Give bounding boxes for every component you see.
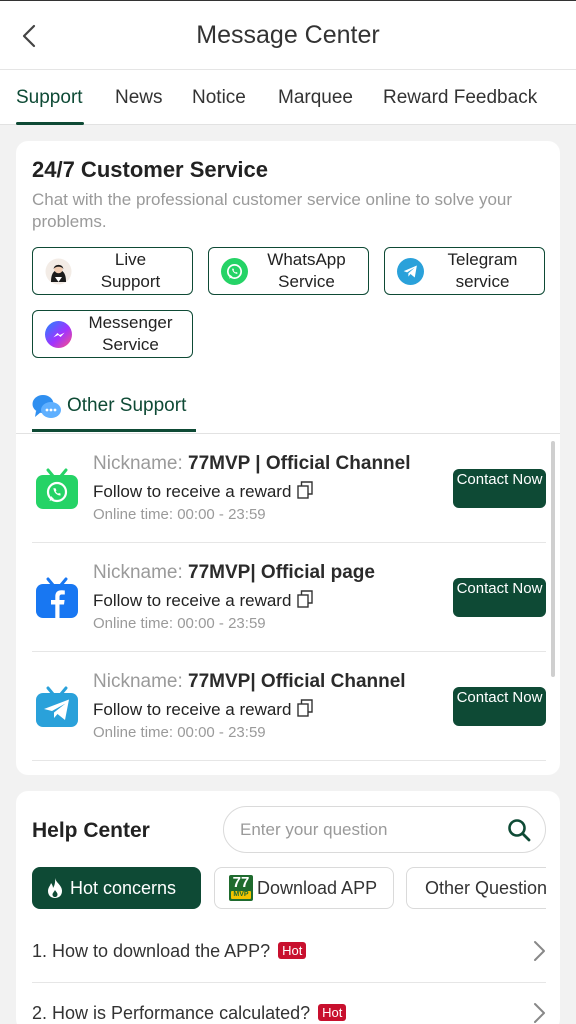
channel-follow-text: Follow to receive a reward <box>93 590 314 611</box>
whatsapp-service-label: WhatsApp Service <box>267 250 346 291</box>
copy-icon[interactable] <box>297 590 314 608</box>
77mvp-logo-icon: 77 MVP <box>229 875 253 901</box>
contact-now-button[interactable]: Contact Now <box>453 578 546 617</box>
live-support-button[interactable]: Live Support <box>32 247 193 295</box>
other-support-tab[interactable]: Other Support <box>32 391 196 433</box>
tab-bar: Support News Notice Marquee Reward Feedb… <box>0 70 576 125</box>
page-title: Message Center <box>196 21 380 49</box>
flame-icon <box>48 878 62 898</box>
tab-news[interactable]: News <box>115 87 163 109</box>
telegram-icon <box>397 258 424 285</box>
chip-row-edge <box>546 861 560 916</box>
tab-reward-feedback[interactable]: Reward Feedback <box>383 87 537 109</box>
channel-online-time: Online time: 00:00 - 23:59 <box>93 615 266 632</box>
channel-list: Nickname: 77MVP | Official Channel Follo… <box>16 434 560 775</box>
facebook-tv-icon <box>36 577 78 618</box>
hot-badge: Hot <box>278 942 307 959</box>
hot-badge: Hot <box>318 1004 347 1021</box>
chip-label: Hot concerns <box>70 877 177 898</box>
chevron-right-icon <box>534 941 545 961</box>
telegram-service-label: Telegram service <box>447 250 518 291</box>
messenger-service-button[interactable]: Messenger Service <box>32 310 193 358</box>
other-support-label: Other Support <box>67 395 187 416</box>
channel-nickname: Nickname: 77MVP| Official page <box>93 562 375 583</box>
faq-question: 1. How to download the APP? Hot <box>32 941 307 962</box>
channel-online-time: Online time: 00:00 - 23:59 <box>93 506 266 523</box>
channel-item-facebook: Nickname: 77MVP| Official page Follow to… <box>32 543 546 652</box>
channel-online-time: Online time: 00:00 - 23:59 <box>93 724 266 741</box>
customer-service-card: 24/7 Customer Service Chat with the prof… <box>16 141 560 775</box>
copy-icon[interactable] <box>297 699 314 717</box>
chip-label: Download APP <box>257 877 378 898</box>
chat-bubbles-icon <box>32 395 61 418</box>
telegram-tv-icon <box>36 686 78 727</box>
telegram-service-button[interactable]: Telegram service <box>384 247 545 295</box>
header-bar: Message Center <box>0 0 576 70</box>
whatsapp-tv-icon <box>36 468 78 509</box>
chip-label: Other Questions <box>425 877 556 898</box>
faq-item[interactable]: 1. How to download the APP? Hot <box>32 921 546 983</box>
service-subtitle: Chat with the professional customer serv… <box>32 190 513 231</box>
whatsapp-icon <box>221 258 248 285</box>
chevron-right-icon <box>534 1003 545 1023</box>
scrollbar[interactable] <box>551 441 555 677</box>
live-support-label: Live Support <box>100 250 161 291</box>
divider <box>32 760 546 761</box>
search-icon[interactable] <box>507 818 531 842</box>
messenger-icon <box>45 321 72 348</box>
chip-download-app[interactable]: 77 MVP Download APP <box>214 867 394 909</box>
chip-hot-concerns[interactable]: Hot concerns <box>32 867 201 909</box>
other-support-indicator <box>32 429 196 432</box>
tab-active-indicator <box>16 122 84 125</box>
channel-nickname: Nickname: 77MVP| Official Channel <box>93 671 406 692</box>
channel-follow-text: Follow to receive a reward <box>93 699 314 720</box>
contact-now-button[interactable]: Contact Now <box>453 469 546 508</box>
tab-marquee[interactable]: Marquee <box>278 87 353 109</box>
help-search-input[interactable] <box>240 817 490 843</box>
messenger-service-label: Messenger Service <box>88 313 173 354</box>
service-title: 24/7 Customer Service <box>32 157 269 182</box>
contact-now-button[interactable]: Contact Now <box>453 687 546 726</box>
channel-item-whatsapp: Nickname: 77MVP | Official Channel Follo… <box>32 434 546 543</box>
channel-nickname: Nickname: 77MVP | Official Channel <box>93 453 411 474</box>
help-center-title: Help Center <box>32 819 150 842</box>
help-search-box <box>223 806 546 853</box>
whatsapp-service-button[interactable]: WhatsApp Service <box>208 247 369 295</box>
faq-item[interactable]: 2. How is Performance calculated? Hot <box>32 983 546 1024</box>
faq-question: 2. How is Performance calculated? Hot <box>32 1003 347 1024</box>
chip-other-questions[interactable]: Other Questions <box>406 867 556 909</box>
help-center-card: Help Center Hot concerns 77 MVP Download… <box>16 791 560 1024</box>
tab-notice[interactable]: Notice <box>192 87 246 109</box>
tab-support[interactable]: Support <box>16 87 83 109</box>
agent-avatar-icon <box>45 258 72 285</box>
copy-icon[interactable] <box>297 481 314 499</box>
channel-item-telegram: Nickname: 77MVP| Official Channel Follow… <box>32 652 546 761</box>
channel-follow-text: Follow to receive a reward <box>93 481 314 502</box>
